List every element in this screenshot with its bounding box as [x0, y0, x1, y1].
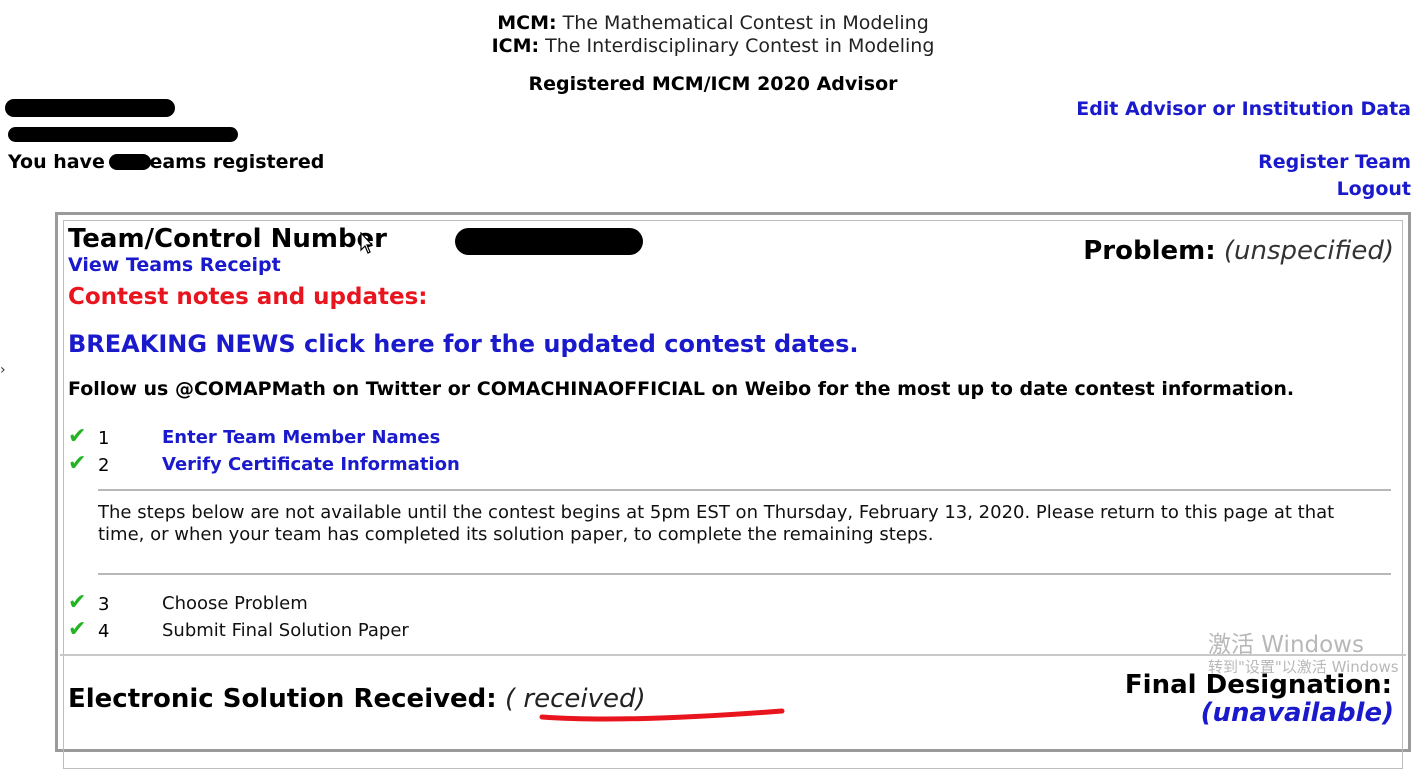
- contest-notes-heading: Contest notes and updates:: [68, 284, 428, 310]
- page-title: Registered MCM/ICM 2020 Advisor: [528, 73, 898, 95]
- enter-team-members-link[interactable]: Enter Team Member Names: [162, 427, 440, 448]
- activation-watermark-title: 激活 Windows: [1208, 632, 1364, 658]
- problem-value: (unspecified): [1223, 236, 1394, 266]
- step-number: 3: [98, 594, 110, 615]
- follow-us-text: Follow us @COMAPMath on Twitter or COMAC…: [68, 378, 1295, 400]
- contest-start-notice: The steps below are not available until …: [98, 502, 1335, 545]
- control-number-label: Team/Control Number: [68, 224, 388, 254]
- checkmark-icon: ✔: [68, 590, 87, 615]
- step-row-1: ✔ 1 Enter Team Member Names: [68, 424, 668, 450]
- activation-watermark-subtitle: 转到"设置"以激活 Windows: [1208, 658, 1399, 676]
- mcm-text: The Mathematical Contest in Modeling: [562, 12, 929, 34]
- choose-problem-label: Choose Problem: [162, 593, 308, 614]
- checkmark-icon: ✔: [68, 617, 87, 642]
- edit-advisor-link[interactable]: Edit Advisor or Institution Data: [1076, 98, 1411, 120]
- step-number: 2: [98, 455, 110, 476]
- header-icm-line: ICM: The Interdisciplinary Contest in Mo…: [0, 35, 1426, 57]
- header-mcm-line: MCM: The Mathematical Contest in Modelin…: [0, 12, 1426, 34]
- checkmark-icon: ✔: [68, 424, 87, 449]
- logout-link[interactable]: Logout: [1337, 178, 1411, 200]
- step-row-3: ✔ 3 Choose Problem: [68, 590, 668, 616]
- final-designation-value: (unavailable): [1200, 698, 1394, 728]
- electronic-solution-label: Electronic Solution Received:: [68, 684, 497, 714]
- checkmark-icon: ✔: [68, 451, 87, 476]
- mcm-abbr: MCM:: [497, 12, 557, 34]
- icm-abbr: ICM:: [491, 35, 540, 57]
- icm-text: The Interdisciplinary Contest in Modelin…: [545, 35, 935, 57]
- step-row-4: ✔ 4 Submit Final Solution Paper: [68, 617, 668, 643]
- step-number: 4: [98, 621, 110, 642]
- step-number: 1: [98, 428, 110, 449]
- step-row-2: ✔ 2 Verify Certificate Information: [68, 451, 668, 477]
- view-receipt-link[interactable]: View Teams Receipt: [68, 254, 281, 276]
- verify-certificate-link[interactable]: Verify Certificate Information: [162, 454, 460, 475]
- submit-paper-label: Submit Final Solution Paper: [162, 620, 409, 641]
- mouse-cursor-icon: [360, 232, 374, 254]
- redacted-advisor-institution: [8, 127, 238, 142]
- divider: [98, 489, 1391, 491]
- divider: [98, 573, 1391, 575]
- problem-label: Problem:: [1083, 236, 1216, 266]
- redacted-team-count: [109, 154, 152, 170]
- red-underline-annotation: [539, 708, 785, 722]
- edge-marker-icon: ›: [0, 362, 6, 378]
- problem-status: Problem: (unspecified): [1083, 236, 1394, 266]
- divider: [60, 654, 1406, 656]
- breaking-news-link[interactable]: BREAKING NEWS click here for the updated…: [68, 330, 859, 358]
- teams-registered-text: You have eams registered: [8, 151, 325, 173]
- redacted-advisor-name: [5, 99, 175, 117]
- redacted-control-number: [455, 228, 643, 255]
- register-team-link[interactable]: Register Team: [1258, 151, 1411, 173]
